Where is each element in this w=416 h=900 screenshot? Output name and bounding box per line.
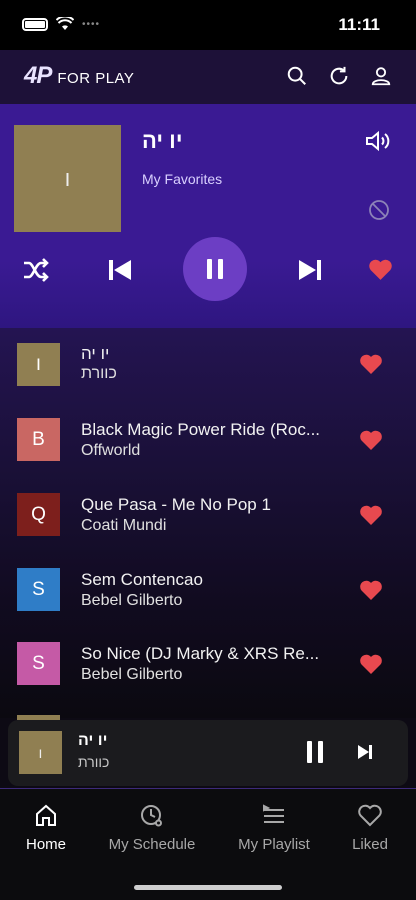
previous-icon[interactable] — [107, 257, 133, 283]
track-artist: Bebel Gilberto — [81, 666, 183, 683]
logo-text: FOR PLAY — [57, 69, 135, 87]
refresh-icon[interactable] — [328, 65, 350, 87]
track-thumbnail: S — [17, 642, 60, 685]
signal-dots-icon: •••• — [82, 18, 101, 30]
heart-icon[interactable] — [359, 653, 383, 675]
user-icon[interactable] — [370, 65, 392, 87]
schedule-icon — [141, 805, 162, 827]
wifi-icon — [56, 17, 74, 30]
shuffle-icon[interactable] — [22, 257, 50, 283]
tab-liked-label: Liked — [352, 836, 388, 853]
now-playing-title: יו יה — [142, 128, 183, 153]
track-list: ו יו יה כוורת B Black Magic Power Ride (… — [0, 328, 416, 718]
track-title: Que Pasa - Me No Pop 1 — [81, 495, 271, 514]
home-icon — [36, 804, 56, 826]
tab-my-schedule-label: My Schedule — [108, 836, 196, 853]
track-row[interactable]: S Sem Contencao Bebel Gilberto — [0, 552, 416, 626]
logo-mark: 4P — [24, 62, 52, 89]
tab-my-playlist-label: My Playlist — [238, 836, 310, 853]
track-row[interactable]: Q Que Pasa - Me No Pop 1 Coati Mundi — [0, 477, 416, 551]
block-icon[interactable] — [368, 199, 390, 221]
mini-title: יו יה — [78, 732, 108, 749]
track-thumbnail: B — [17, 418, 60, 461]
search-icon[interactable] — [286, 65, 308, 87]
track-artist: Bebel Gilberto — [81, 592, 183, 609]
mini-next-icon[interactable] — [357, 744, 373, 760]
pause-icon — [207, 259, 223, 279]
mini-pause-icon[interactable] — [304, 740, 326, 764]
heart-outline-icon — [358, 804, 382, 827]
tab-my-schedule[interactable]: My Schedule — [100, 803, 204, 853]
header-actions — [286, 65, 392, 87]
battery-icon — [22, 17, 48, 31]
track-artist: Coati Mundi — [81, 517, 167, 534]
status-left: •••• — [22, 17, 100, 31]
track-artist: כוורת — [81, 365, 117, 382]
track-row[interactable]: ו יו יה כוורת — [0, 328, 416, 402]
volume-icon[interactable] — [364, 129, 392, 153]
app-header: 4P FOR PLAY — [0, 50, 416, 104]
tab-home[interactable]: Home — [0, 803, 98, 853]
track-title: Black Magic Power Ride (Roc... — [81, 420, 321, 439]
playback-controls — [0, 237, 416, 303]
playlist-icon — [263, 804, 284, 823]
now-playing-panel: ו יו יה My Favorites — [0, 104, 416, 328]
mini-album-art: ו — [19, 731, 62, 774]
now-playing-subtitle: My Favorites — [142, 171, 223, 187]
mini-artist: כוורת — [78, 754, 110, 770]
heart-icon[interactable] — [359, 429, 383, 451]
track-thumbnail: S — [17, 568, 60, 611]
status-time: 11:11 — [338, 15, 380, 34]
track-artist: Offworld — [81, 442, 141, 459]
tab-home-label: Home — [25, 836, 66, 853]
heart-icon[interactable] — [359, 353, 383, 375]
album-art: ו — [14, 125, 121, 232]
mini-player[interactable]: ו יו יה כוורת — [8, 720, 408, 786]
play-pause-button[interactable] — [183, 237, 247, 301]
track-thumbnail: Q — [17, 493, 60, 536]
tab-my-playlist[interactable]: My Playlist — [222, 803, 326, 853]
track-title: Sem Contencao — [81, 570, 203, 589]
tab-bar: Home My Schedule My Playlist Liked — [0, 788, 416, 900]
home-indicator — [134, 885, 282, 890]
heart-icon[interactable] — [359, 579, 383, 601]
track-title: יו יה — [81, 344, 110, 363]
tab-liked[interactable]: Liked — [318, 803, 416, 853]
next-icon[interactable] — [297, 257, 323, 283]
track-thumbnail: ו — [17, 343, 60, 386]
track-row[interactable]: S So Nice (DJ Marky & XRS Re... Bebel Gi… — [0, 626, 416, 700]
heart-icon[interactable] — [359, 504, 383, 526]
track-title: So Nice (DJ Marky & XRS Re... — [81, 644, 320, 663]
track-row[interactable]: B Black Magic Power Ride (Roc... Offworl… — [0, 402, 416, 476]
app-logo[interactable]: 4P FOR PLAY — [24, 62, 134, 90]
like-heart-icon[interactable] — [368, 258, 393, 281]
status-bar: •••• 11:11 — [0, 0, 416, 50]
